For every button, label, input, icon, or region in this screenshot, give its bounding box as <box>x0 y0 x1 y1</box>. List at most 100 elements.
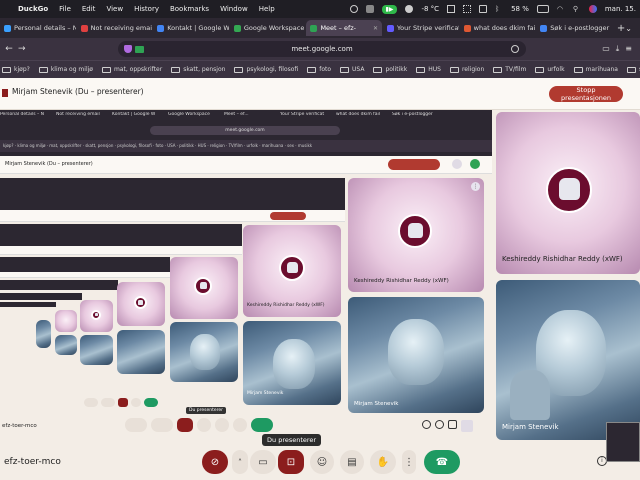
back-arrow-icon[interactable]: ← <box>0 44 18 54</box>
mirror-tooltip: Du presenterer <box>186 407 226 414</box>
mirror-face <box>388 319 444 385</box>
tab-favicon-icon <box>233 24 241 32</box>
tab-stripe[interactable]: Your Stripe verificat✕ <box>383 20 459 36</box>
menu-history[interactable]: History <box>134 5 159 13</box>
wifi-icon[interactable]: ◠ <box>557 5 565 13</box>
mirror-tile-mirjam-6 <box>55 335 77 355</box>
menu-help[interactable]: Help <box>259 5 275 13</box>
camera-in-use-icon[interactable]: ▮▶ <box>381 4 398 14</box>
bookmark-folder[interactable]: klima og miljø <box>38 66 93 73</box>
tab-favicon-icon <box>157 24 165 32</box>
bookmark-folder[interactable]: psykologi, filosofi <box>234 66 298 73</box>
folder-icon <box>171 66 181 73</box>
present-screen-icon: ⊡ <box>286 456 296 468</box>
search-icon[interactable]: ⚲ <box>573 5 581 13</box>
mirror-tile-mirjam-2: Mirjam Stenevik <box>243 321 341 405</box>
mirror-address: meet.google.com <box>150 126 340 135</box>
mirror-cc-icon <box>215 418 229 432</box>
temperature[interactable]: -8 °C <box>421 5 439 13</box>
shared-screen-recursion: Personal details – N Not receiving email… <box>0 110 492 440</box>
stop-presenting-button[interactable]: Stopp presentasjonen <box>549 86 623 102</box>
close-icon[interactable]: ✕ <box>373 25 378 32</box>
participant-tile-mirjam[interactable]: Mirjam Stenevik <box>496 280 640 440</box>
mirror-bookmarks: kjøp? · klima og miljø · mat, oppskrifte… <box>0 140 492 152</box>
bookmark-folder[interactable]: urfolk <box>535 66 565 73</box>
mirror-browser-chrome-2 <box>0 178 345 210</box>
folder-icon <box>373 66 383 73</box>
leave-call-button[interactable]: ☎ <box>424 450 460 474</box>
bookmark-folder[interactable]: kjøp? <box>2 66 30 73</box>
bookmark-folder[interactable]: TV/film <box>493 66 526 73</box>
more-options-icon: ⋮ <box>471 182 480 191</box>
folder-icon <box>449 66 459 73</box>
menu-edit[interactable]: Edit <box>82 5 96 13</box>
emoji-button[interactable]: ☺ <box>310 450 334 474</box>
share-icon[interactable] <box>511 45 519 53</box>
chevron-up-icon: ˄ <box>238 457 242 467</box>
hand-icon: ✋ <box>376 456 390 468</box>
bookmark-folder[interactable]: mat, oppskrifter <box>101 66 162 73</box>
raise-hand-button[interactable]: ✋ <box>370 450 396 474</box>
folder-icon <box>493 66 503 73</box>
battery-percent[interactable]: 58 % <box>511 5 529 13</box>
menu-app-name[interactable]: DuckGo <box>18 5 48 13</box>
siri-icon[interactable] <box>588 5 597 13</box>
shield-icon[interactable] <box>124 45 132 53</box>
screen-preview-thumbnail[interactable] <box>606 422 640 462</box>
note-icon[interactable] <box>479 5 488 13</box>
bookmark-icon[interactable]: ▭ <box>602 44 610 54</box>
bookmark-folder[interactable]: sex <box>626 66 640 73</box>
tab-dkim[interactable]: what does dkim fail✕ <box>460 20 535 36</box>
grid-icon[interactable] <box>463 5 472 13</box>
mic-off-button[interactable]: ⊘ <box>202 450 228 474</box>
captions-icon: ▤ <box>347 456 357 468</box>
participant-tile-keshireddy[interactable]: Keshireddy Rishidhar Reddy (xWF) <box>496 112 640 274</box>
bookmark-folder[interactable]: religion <box>449 66 484 73</box>
mirror-add-icon <box>470 159 480 169</box>
tab-sok-epostlogger[interactable]: Søk i e-postlogger✕ <box>536 20 612 36</box>
bookmark-folder[interactable]: HUS <box>416 66 441 73</box>
address-bar[interactable]: meet.google.com <box>118 41 526 57</box>
status-icon[interactable] <box>349 5 358 13</box>
present-button[interactable]: ⊡ <box>278 450 304 474</box>
menu-window[interactable]: Window <box>220 5 248 13</box>
clock[interactable]: man. 15. <box>605 5 636 13</box>
tab-google-workspace[interactable]: Google Workspace✕ <box>230 20 306 36</box>
downloads-icon[interactable]: ⤓ <box>616 44 620 54</box>
mirror-ctrl <box>84 398 98 407</box>
mirror-tab-row: Personal details – N Not receiving email… <box>0 112 433 117</box>
control-center-icon[interactable] <box>447 5 456 13</box>
mirror-controls-2 <box>84 398 224 408</box>
camera-options-button[interactable]: ˄ <box>232 450 248 474</box>
forward-arrow-icon[interactable]: → <box>18 44 32 54</box>
bookmark-folder[interactable]: marihuana <box>573 66 618 73</box>
more-vert-icon: ⋮ <box>404 456 414 468</box>
tab-list-chevron-icon[interactable]: ⌄ <box>625 24 640 33</box>
participant-name: Keshireddy Rishidhar Reddy (xWF) <box>502 255 623 263</box>
menu-bookmarks[interactable]: Bookmarks <box>170 5 209 13</box>
menu-view[interactable]: View <box>106 5 123 13</box>
menu-icon[interactable]: ≡ <box>625 44 632 54</box>
tab-favicon-icon <box>4 24 11 32</box>
new-tab-button[interactable]: + <box>617 23 625 34</box>
mirror-tile-keshi-3 <box>170 257 238 319</box>
status-icon-2[interactable] <box>365 5 374 13</box>
folder-icon <box>626 66 636 73</box>
tab-kontakt[interactable]: Kontakt | Google W✕ <box>153 20 229 36</box>
tab-meet-active[interactable]: Meet – efz- ✕ <box>306 20 383 36</box>
bookmark-folder[interactable]: skatt, pensjon <box>171 66 225 73</box>
folder-icon <box>101 66 111 73</box>
folder-icon <box>38 66 48 73</box>
meeting-code: efz-toer-mco <box>4 457 61 467</box>
tab-favicon-icon <box>463 24 471 32</box>
bookmark-folder[interactable]: foto <box>307 66 331 73</box>
bookmark-folder[interactable]: politikk <box>373 66 407 73</box>
captions-button[interactable]: ▤ <box>340 450 364 474</box>
menu-file[interactable]: File <box>59 5 71 13</box>
tab-personal-details[interactable]: Personal details – N✕ <box>0 20 76 36</box>
more-options-button[interactable]: ⋮ <box>402 450 416 474</box>
camera-button[interactable]: ▭ <box>250 450 276 474</box>
bluetooth-icon[interactable]: ᛒ <box>495 5 503 13</box>
tab-not-receiving-email[interactable]: Not receiving email✕ <box>77 20 152 36</box>
bookmark-folder[interactable]: USA <box>340 66 364 73</box>
